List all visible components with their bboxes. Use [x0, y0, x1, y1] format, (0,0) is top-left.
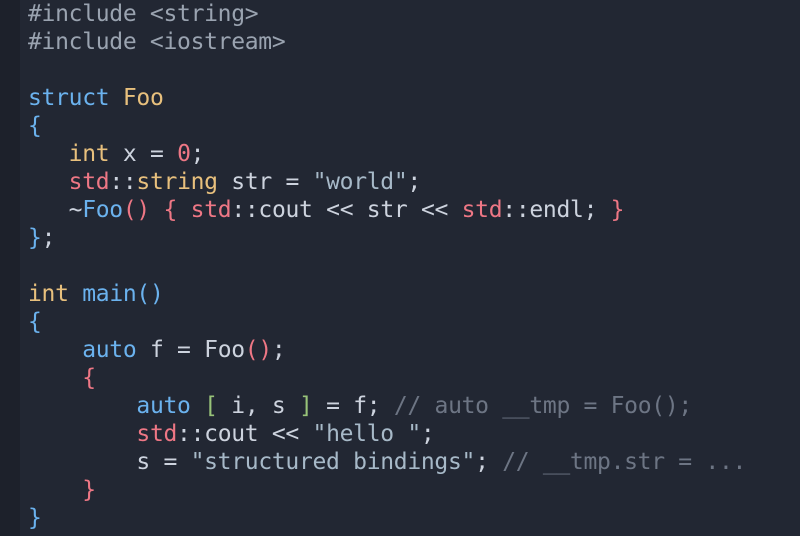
code-token: x =: [109, 141, 178, 167]
code-line: auto f = Foo();: [28, 336, 746, 364]
code-token: std: [136, 421, 178, 447]
code-token: ;: [420, 421, 435, 447]
code-editor[interactable]: #include <string> #include <iostream> str…: [0, 0, 800, 536]
code-token: ;: [41, 225, 56, 251]
code-token: 0: [177, 141, 191, 167]
code-token: std: [190, 197, 232, 223]
code-token: [: [204, 393, 218, 419]
code-token: {: [82, 365, 96, 391]
code-line: std::cout << "hello ";: [28, 420, 746, 448]
code-line: struct Foo: [28, 84, 746, 112]
code-line: {: [28, 364, 746, 392]
code-token: #include <string>: [28, 1, 259, 27]
code-token: str =: [217, 169, 313, 195]
code-token: auto: [136, 393, 191, 419]
code-token: "world": [312, 169, 408, 195]
code-line: }: [28, 504, 746, 532]
code-line: auto [ i, s ] = f; // auto __tmp = Foo()…: [28, 392, 746, 420]
code-token: s =: [28, 449, 191, 475]
code-token: std: [461, 197, 503, 223]
code-token: ::cout <<: [177, 421, 313, 447]
code-token: ]: [299, 393, 313, 419]
code-line: std::string str = "world";: [28, 168, 746, 196]
code-token: std: [68, 169, 110, 195]
code-token: }: [28, 225, 42, 251]
code-token: #include <iostream>: [28, 29, 286, 55]
code-token: (): [136, 281, 164, 307]
code-token: Foo: [82, 197, 123, 223]
code-token: main: [82, 281, 137, 307]
code-line: {: [28, 308, 746, 336]
code-token: (): [244, 337, 272, 363]
code-token: "structured bindings": [190, 449, 476, 475]
code-line: s = "structured bindings"; // __tmp.str …: [28, 448, 746, 476]
code-area[interactable]: #include <string> #include <iostream> str…: [28, 0, 746, 532]
code-token: int: [28, 281, 69, 307]
code-line: int x = 0;: [28, 140, 746, 168]
code-token: ::: [109, 169, 137, 195]
code-token: }: [82, 477, 96, 503]
code-token: // __tmp.str = ...: [502, 449, 747, 475]
code-line: }: [28, 476, 746, 504]
code-token: {: [163, 197, 178, 223]
editor-gutter: [0, 0, 20, 536]
code-token: ;: [271, 337, 286, 363]
code-line: ~Foo() { std::cout << str << std::endl; …: [28, 196, 746, 224]
code-token: auto: [82, 337, 137, 363]
code-line: {: [28, 112, 746, 140]
code-token: {: [28, 309, 42, 335]
code-token: struct: [28, 85, 110, 111]
code-token: {: [28, 113, 42, 139]
code-line: #include <string>: [28, 0, 746, 28]
code-token: (): [122, 197, 150, 223]
code-token: ::endl;: [502, 197, 611, 223]
code-token: f = Foo: [136, 337, 245, 363]
code-token: = f;: [312, 393, 394, 419]
code-token: ~: [28, 197, 83, 223]
code-token: ;: [475, 449, 503, 475]
code-line: int main(): [28, 280, 746, 308]
code-token: int: [68, 141, 110, 167]
code-token: Foo: [122, 85, 164, 111]
code-token: ;: [190, 141, 205, 167]
code-token: }: [610, 197, 625, 223]
code-line: };: [28, 224, 746, 252]
code-line: #include <iostream>: [28, 28, 746, 56]
code-token: string: [136, 169, 218, 195]
code-token: }: [28, 505, 42, 531]
code-token: ::cout << str <<: [231, 197, 462, 223]
code-token: i, s: [217, 393, 300, 419]
code-token: ;: [407, 169, 421, 195]
code-token: "hello ": [312, 421, 422, 447]
code-token: // auto __tmp = Foo();: [393, 393, 692, 419]
